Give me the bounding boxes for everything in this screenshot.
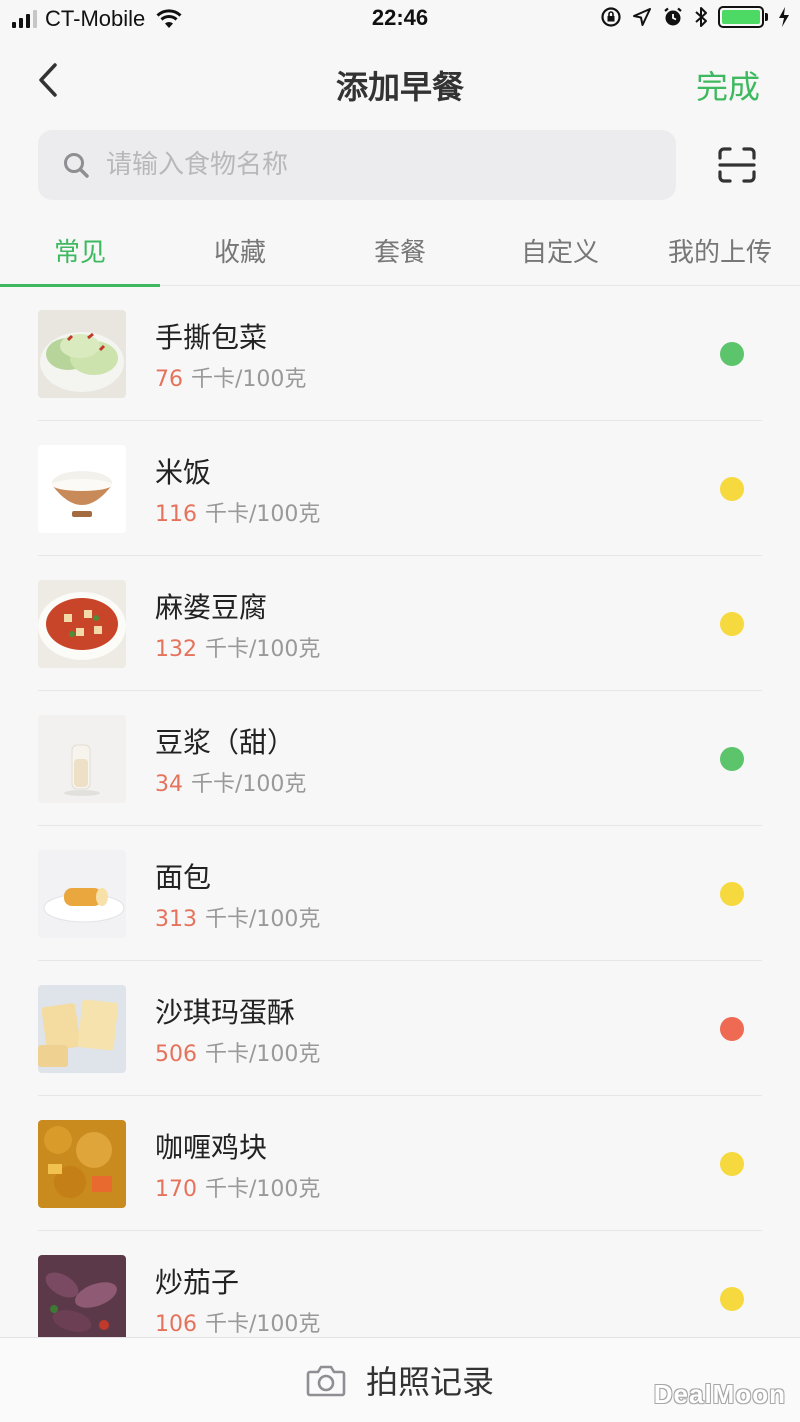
food-calories: 34 千卡/100克	[155, 766, 306, 798]
location-icon	[633, 8, 651, 26]
calorie-unit: 千卡/100克	[205, 1177, 321, 1202]
rotation-lock-icon	[601, 7, 621, 27]
food-calories: 106 千卡/100克	[155, 1306, 320, 1338]
food-calories: 132 千卡/100克	[155, 631, 320, 663]
scan-button[interactable]	[712, 142, 762, 188]
calorie-unit: 千卡/100克	[205, 1312, 321, 1337]
battery-icon	[718, 6, 768, 28]
calorie-level-dot	[720, 747, 744, 771]
calorie-level-dot	[720, 1287, 744, 1311]
food-name: 咖喱鸡块	[155, 1131, 268, 1164]
tab-custom[interactable]: 自定义	[480, 212, 640, 286]
food-name: 米饭	[155, 456, 212, 489]
food-name: 豆浆（甜）	[155, 726, 296, 759]
camera-icon	[306, 1365, 346, 1397]
calorie-level-dot	[720, 882, 744, 906]
calorie-unit: 千卡/100克	[205, 907, 321, 932]
food-name: 面包	[155, 861, 212, 894]
food-calories: 506 千卡/100克	[155, 1036, 320, 1068]
food-thumbnail	[38, 1120, 126, 1208]
calorie-level-dot	[720, 1017, 744, 1041]
calorie-value: 170	[155, 1177, 197, 1202]
food-name: 炒茄子	[155, 1266, 240, 1299]
food-thumbnail	[38, 715, 126, 803]
food-thumbnail	[38, 445, 126, 533]
tab-common[interactable]: 常见	[0, 212, 160, 287]
food-item[interactable]: 米饭 116 千卡/100克	[0, 421, 800, 556]
calorie-level-dot	[720, 342, 744, 366]
photo-record-label: 拍照记录	[365, 1363, 494, 1401]
food-item[interactable]: 面包 313 千卡/100克	[0, 826, 800, 961]
calorie-unit: 千卡/100克	[191, 772, 307, 797]
alarm-icon	[664, 7, 682, 26]
calorie-unit: 千卡/100克	[205, 502, 321, 527]
nav-bar: 添加早餐 完成	[0, 44, 800, 124]
calorie-value: 132	[155, 637, 197, 662]
food-name: 手撕包菜	[155, 321, 268, 354]
calorie-unit: 千卡/100克	[191, 367, 307, 392]
calorie-level-dot	[720, 612, 744, 636]
calorie-value: 106	[155, 1312, 197, 1337]
charging-bolt-icon	[779, 7, 789, 27]
food-thumbnail	[38, 310, 126, 398]
food-item[interactable]: 咖喱鸡块 170 千卡/100克	[0, 1096, 800, 1231]
search-icon	[64, 153, 89, 178]
tab-meal-sets[interactable]: 套餐	[320, 212, 480, 286]
calorie-level-dot	[720, 1152, 744, 1176]
calorie-unit: 千卡/100克	[205, 637, 321, 662]
status-bar: CT-Mobile 22:46	[0, 0, 800, 40]
category-tabs: 常见 收藏 套餐 自定义 我的上传	[0, 212, 800, 287]
food-item[interactable]: 麻婆豆腐 132 千卡/100克	[0, 556, 800, 691]
calorie-value: 34	[155, 772, 183, 797]
food-name: 沙琪玛蛋酥	[155, 996, 296, 1029]
food-name: 麻婆豆腐	[155, 591, 268, 624]
done-button[interactable]: 完成	[696, 62, 760, 108]
food-item[interactable]: 手撕包菜 76 千卡/100克	[0, 286, 800, 421]
scan-icon	[718, 147, 756, 183]
food-list: 手撕包菜 76 千卡/100克 米饭 116 千卡/100克 麻婆豆腐 132 …	[0, 286, 800, 1366]
food-thumbnail	[38, 1255, 126, 1343]
calorie-value: 506	[155, 1042, 197, 1067]
calorie-value: 313	[155, 907, 197, 932]
food-calories: 313 千卡/100克	[155, 901, 320, 933]
food-calories: 76 千卡/100克	[155, 361, 306, 393]
calorie-value: 116	[155, 502, 197, 527]
bluetooth-icon	[695, 7, 707, 27]
calorie-level-dot	[720, 477, 744, 501]
food-thumbnail	[38, 850, 126, 938]
calorie-value: 76	[155, 367, 183, 392]
food-calories: 116 千卡/100克	[155, 496, 320, 528]
calorie-unit: 千卡/100克	[205, 1042, 321, 1067]
status-right	[600, 6, 790, 28]
food-item[interactable]: 豆浆（甜） 34 千卡/100克	[0, 691, 800, 826]
tab-my-uploads[interactable]: 我的上传	[640, 212, 800, 286]
tab-favorites[interactable]: 收藏	[160, 212, 320, 286]
battery-level	[722, 10, 760, 24]
search-input[interactable]	[106, 150, 626, 180]
food-thumbnail	[38, 985, 126, 1073]
food-thumbnail	[38, 580, 126, 668]
food-item[interactable]: 沙琪玛蛋酥 506 千卡/100克	[0, 961, 800, 1096]
food-calories: 170 千卡/100克	[155, 1171, 320, 1203]
page-title: 添加早餐	[335, 68, 464, 106]
watermark: DealMoon	[653, 1379, 786, 1409]
search-bar[interactable]	[38, 130, 676, 200]
